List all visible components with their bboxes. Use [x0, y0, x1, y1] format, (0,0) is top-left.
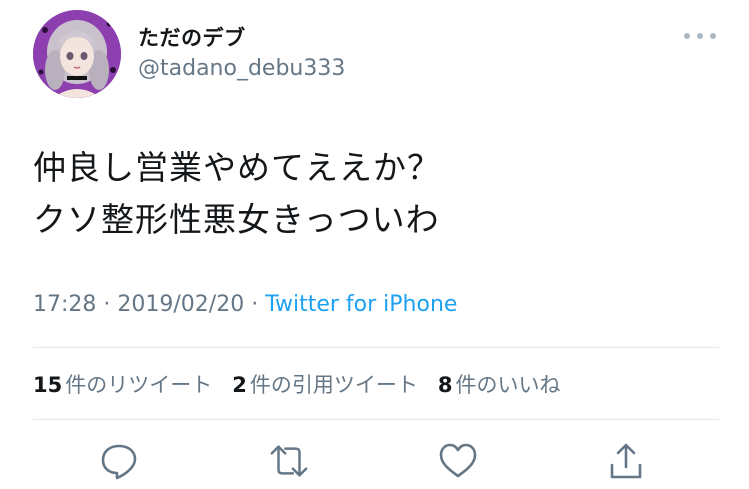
heart-icon [439, 443, 477, 478]
username[interactable]: @tadano_debu333 [138, 56, 345, 81]
divider [33, 419, 719, 420]
share-icon [610, 443, 642, 479]
likes-stat[interactable]: 8 件のいいね [438, 369, 561, 399]
quotes-stat[interactable]: 2 件の引用ツイート [232, 369, 418, 399]
tweet-date[interactable]: 2019/02/20 [117, 292, 244, 317]
retweet-button[interactable] [268, 440, 310, 482]
action-bar [0, 440, 749, 482]
meta-separator: · [96, 292, 118, 317]
like-button[interactable] [437, 440, 479, 482]
divider [33, 347, 719, 348]
avatar-image [33, 10, 121, 98]
avatar[interactable] [33, 10, 121, 98]
reply-icon [101, 444, 137, 480]
tweet-line: クソ整形性悪女きっついわ [33, 200, 440, 239]
tweet-stats: 15 件のリツイート 2 件の引用ツイート 8 件のいいね [33, 369, 560, 399]
display-name[interactable]: ただのデブ [138, 22, 246, 52]
tweet-time[interactable]: 17:28 [33, 292, 96, 317]
tweet-line: 仲良し営業やめてええか？ [33, 148, 441, 187]
tweet-meta: 17:28 · 2019/02/20 · Twitter for iPhone [33, 292, 457, 317]
reply-button[interactable] [98, 440, 140, 482]
tweet-source-link[interactable]: Twitter for iPhone [265, 292, 457, 317]
retweets-stat[interactable]: 15 件のリツイート [33, 369, 212, 399]
tweet-text: 仲良し営業やめてええか？ クソ整形性悪女きっついわ [33, 142, 441, 246]
meta-separator: · [244, 292, 266, 317]
more-icon[interactable] [684, 28, 716, 44]
retweet-icon [270, 445, 308, 477]
share-button[interactable] [605, 440, 647, 482]
